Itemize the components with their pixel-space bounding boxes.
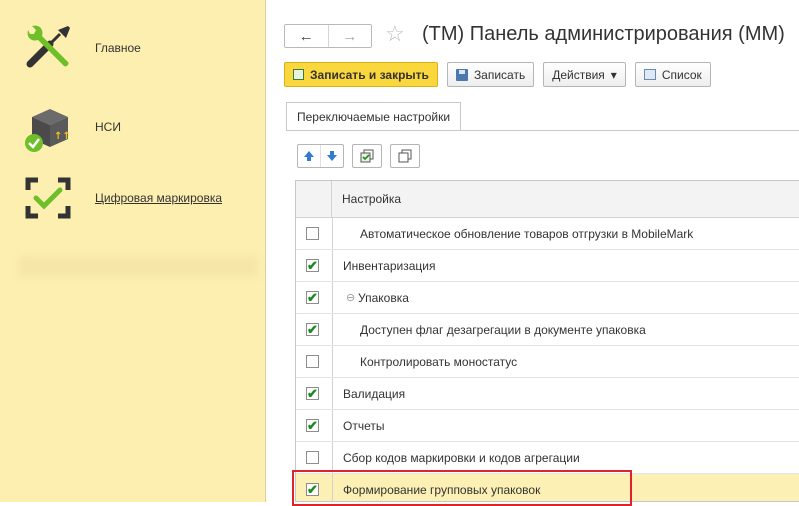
uncheck-all-button[interactable] [390, 144, 420, 168]
check-column-header [296, 181, 332, 217]
tab-switchable-settings[interactable]: Переключаемые настройки [286, 102, 462, 130]
row-checkbox[interactable] [306, 419, 319, 432]
forward-button[interactable]: → [327, 25, 372, 47]
back-button[interactable]: ← [285, 25, 328, 47]
table-row[interactable]: Автоматическое обновление товаров отгруз… [296, 218, 799, 250]
blurred-section [18, 256, 258, 278]
section-digital-marking-label: Цифровая маркировка [95, 191, 223, 205]
save-close-icon [293, 69, 304, 80]
list-icon [643, 69, 656, 80]
table-row[interactable]: Доступен флаг дезагрегации в документе у… [296, 314, 799, 346]
setting-label: Формирование групповых упаковок [343, 482, 541, 497]
section-main-label: Главное [95, 41, 141, 55]
section-main[interactable]: Главное [0, 20, 266, 76]
setting-label: Контролировать моностатус [360, 354, 518, 369]
row-checkbox[interactable] [306, 259, 319, 272]
check-all-icon [360, 149, 374, 163]
row-checkbox[interactable] [306, 387, 319, 400]
favorite-star-icon[interactable]: ☆ [385, 22, 405, 46]
table-row[interactable]: ⊖Упаковка [296, 282, 799, 314]
column-divider [332, 442, 333, 473]
table-row[interactable]: Сбор кодов маркировки и кодов агрегации [296, 442, 799, 474]
page-title: (ТМ) Панель администрирования (ММ) [422, 23, 785, 45]
table-row[interactable]: Формирование групповых упаковок [296, 474, 799, 501]
setting-label: Доступен флаг дезагрегации в документе у… [360, 322, 646, 337]
table-body: Автоматическое обновление товаров отгруз… [296, 218, 799, 501]
row-checkbox[interactable] [306, 355, 319, 368]
table-toolbar [297, 144, 420, 168]
actions-label: Действия [552, 67, 605, 82]
form-toolbar: Записать и закрыть Записать Действия ▾ С… [284, 62, 711, 87]
settings-table: Настройка Автоматическое обновление това… [295, 180, 799, 502]
column-divider [332, 474, 333, 501]
setting-label: Автоматическое обновление товаров отгруз… [360, 226, 694, 241]
column-divider [332, 282, 333, 313]
svg-text:↑↑: ↑↑ [54, 131, 71, 142]
column-divider [332, 346, 333, 377]
sections-panel: Главное ↑↑ НСИ Цифровая маркировка [0, 0, 266, 502]
table-row[interactable]: Инвентаризация [296, 250, 799, 282]
form-area: ← → ☆ (ТМ) Панель администрирования (ММ)… [270, 0, 799, 502]
column-divider [332, 250, 333, 281]
save-and-close-button[interactable]: Записать и закрыть [284, 62, 438, 87]
column-divider [332, 410, 333, 441]
setting-label: Отчеты [343, 418, 385, 433]
navigation-buttons: ← → [284, 24, 372, 48]
row-checkbox[interactable] [306, 451, 319, 464]
column-header-setting: Настройка [342, 192, 402, 206]
section-nsi[interactable]: ↑↑ НСИ [0, 99, 266, 155]
list-label: Список [661, 67, 702, 82]
row-checkbox[interactable] [306, 291, 319, 304]
table-row[interactable]: Валидация [296, 378, 799, 410]
row-checkbox[interactable] [306, 227, 319, 240]
column-divider [332, 218, 333, 249]
arrow-down-icon [327, 151, 337, 161]
setting-label: Валидация [343, 386, 406, 401]
table-row[interactable]: Отчеты [296, 410, 799, 442]
scan-frame-icon [20, 170, 76, 226]
move-down-button[interactable] [320, 145, 343, 167]
section-digital-marking[interactable]: Цифровая маркировка [0, 170, 266, 226]
move-buttons [297, 144, 344, 168]
chevron-down-icon: ▾ [610, 67, 617, 82]
save-and-close-label: Записать и закрыть [310, 67, 429, 82]
check-all-button[interactable] [352, 144, 382, 168]
row-checkbox[interactable] [306, 483, 319, 496]
setting-label: Упаковка [358, 290, 409, 305]
setting-label: Сбор кодов маркировки и кодов агрегации [343, 450, 580, 465]
column-divider [332, 378, 333, 409]
save-button[interactable]: Записать [446, 62, 535, 87]
save-label: Записать [473, 67, 526, 82]
collapse-icon[interactable]: ⊖ [346, 291, 355, 304]
table-row[interactable]: Контролировать моностатус [296, 346, 799, 378]
disk-icon [455, 68, 468, 81]
arrow-up-icon [304, 151, 314, 161]
box-check-icon: ↑↑ [20, 99, 76, 155]
column-divider [332, 314, 333, 345]
row-checkbox[interactable] [306, 323, 319, 336]
list-button[interactable]: Список [634, 62, 711, 87]
wrench-screwdriver-icon [20, 20, 76, 76]
actions-button[interactable]: Действия ▾ [543, 62, 626, 87]
setting-label: Инвентаризация [343, 258, 436, 273]
uncheck-all-icon [398, 149, 412, 163]
section-nsi-label: НСИ [95, 120, 121, 134]
move-up-button[interactable] [298, 145, 320, 167]
table-header: Настройка [296, 181, 799, 218]
tab-divider [286, 130, 799, 131]
